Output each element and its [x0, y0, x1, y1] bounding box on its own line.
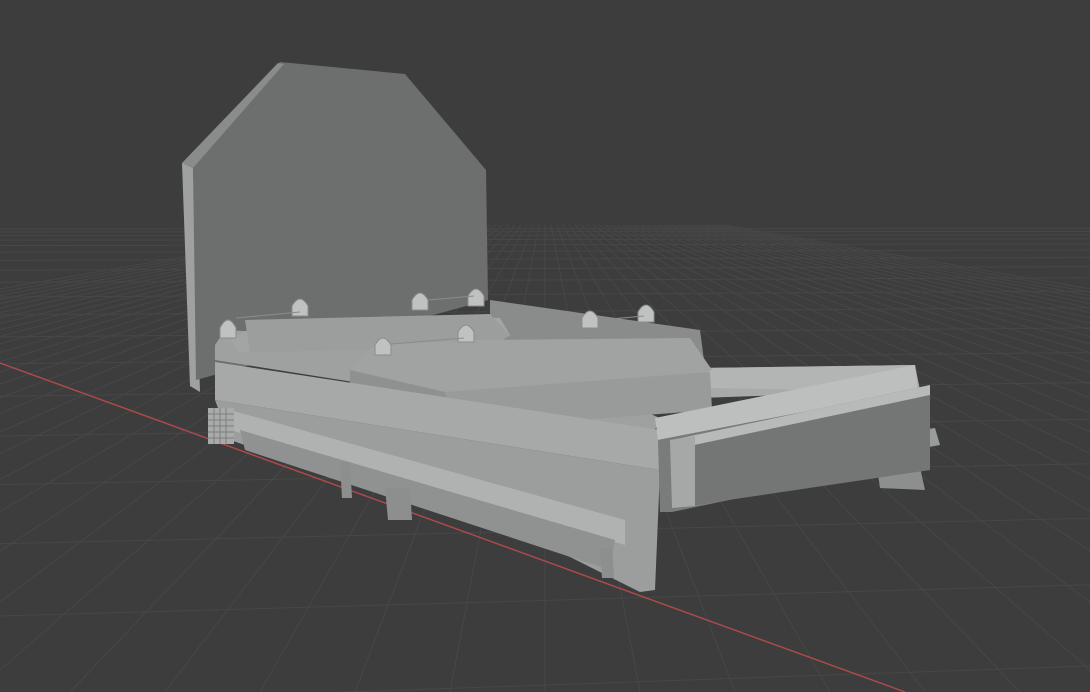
rail-bracket	[385, 488, 412, 520]
3d-viewport[interactable]	[0, 0, 1090, 692]
end-bumper-side	[670, 436, 695, 508]
rail-post	[340, 462, 352, 498]
rail-post-front	[600, 548, 614, 578]
vent-grille	[208, 408, 234, 444]
viewport-canvas[interactable]	[0, 0, 1090, 692]
